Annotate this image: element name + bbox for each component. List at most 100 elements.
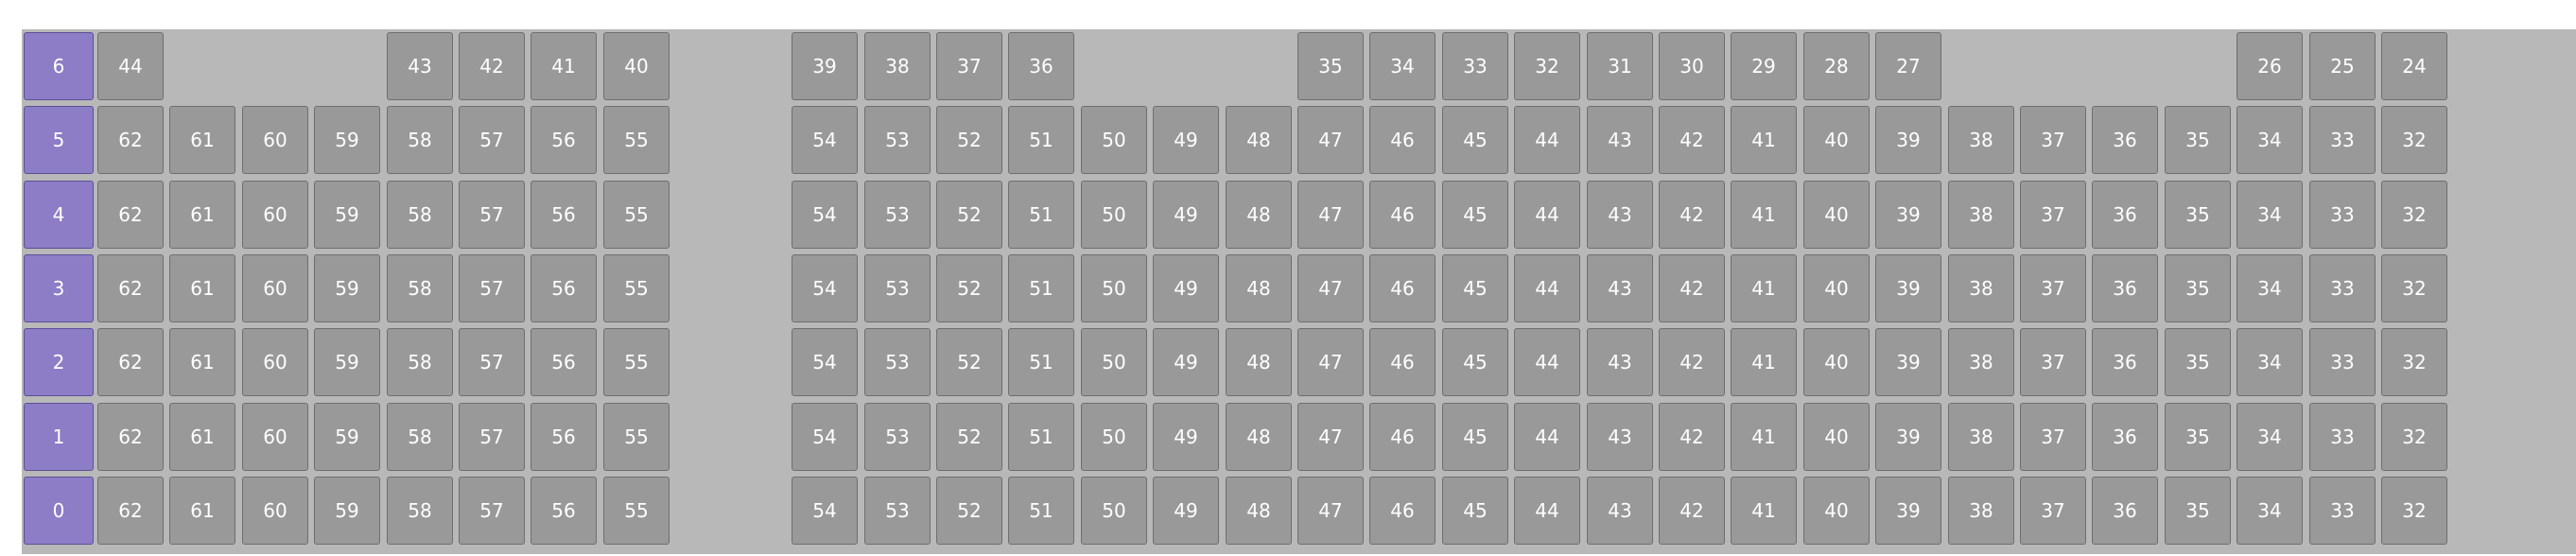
slot-cell[interactable]: 56 [531, 106, 597, 174]
slot-cell[interactable]: 38 [1948, 403, 2014, 471]
slot-cell[interactable]: 46 [1369, 254, 1436, 322]
slot-cell[interactable]: 51 [1008, 328, 1074, 396]
slot-cell[interactable]: 56 [531, 328, 597, 396]
slot-cell[interactable]: 42 [1659, 254, 1725, 322]
slot-cell[interactable]: 33 [2309, 403, 2376, 471]
slot-cell[interactable]: 41 [1731, 328, 1797, 396]
slot-cell[interactable]: 59 [314, 477, 380, 545]
slot-cell[interactable]: 61 [169, 254, 235, 322]
slot-cell[interactable]: 42 [1659, 403, 1725, 471]
slot-cell[interactable]: 40 [603, 32, 670, 100]
slot-cell[interactable]: 46 [1369, 328, 1436, 396]
slot-cell[interactable]: 58 [387, 328, 453, 396]
slot-cell[interactable]: 48 [1226, 106, 1292, 174]
slot-cell[interactable]: 46 [1369, 477, 1436, 545]
slot-cell[interactable]: 57 [459, 106, 525, 174]
slot-cell[interactable]: 51 [1008, 403, 1074, 471]
slot-cell[interactable]: 53 [864, 106, 931, 174]
slot-cell[interactable]: 35 [1297, 32, 1364, 100]
slot-cell[interactable]: 40 [1803, 181, 1870, 249]
slot-cell[interactable]: 27 [1875, 32, 1941, 100]
slot-cell[interactable]: 36 [2092, 181, 2158, 249]
slot-cell[interactable]: 34 [2237, 403, 2303, 471]
slot-cell[interactable]: 36 [2092, 403, 2158, 471]
slot-cell[interactable]: 38 [1948, 328, 2014, 396]
slot-cell[interactable]: 37 [2020, 181, 2086, 249]
slot-cell[interactable]: 54 [792, 403, 858, 471]
slot-cell[interactable]: 50 [1081, 254, 1147, 322]
slot-cell[interactable]: 36 [1008, 32, 1074, 100]
slot-cell[interactable]: 58 [387, 181, 453, 249]
slot-cell[interactable]: 41 [1731, 181, 1797, 249]
slot-cell[interactable]: 39 [1875, 181, 1941, 249]
slot-cell[interactable]: 58 [387, 106, 453, 174]
slot-cell[interactable]: 49 [1153, 106, 1219, 174]
slot-cell[interactable]: 43 [387, 32, 453, 100]
slot-cell[interactable]: 52 [936, 181, 1002, 249]
slot-cell[interactable]: 32 [2381, 181, 2447, 249]
row-header-0[interactable]: 0 [24, 477, 94, 545]
slot-cell[interactable]: 55 [603, 254, 670, 322]
slot-cell[interactable]: 32 [2381, 254, 2447, 322]
slot-cell[interactable]: 34 [2237, 254, 2303, 322]
slot-cell[interactable]: 55 [603, 181, 670, 249]
slot-cell[interactable]: 42 [1659, 477, 1725, 545]
slot-cell[interactable]: 34 [2237, 106, 2303, 174]
slot-cell[interactable]: 54 [792, 106, 858, 174]
slot-cell[interactable]: 47 [1297, 477, 1364, 545]
slot-cell[interactable]: 41 [531, 32, 597, 100]
slot-cell[interactable]: 45 [1442, 181, 1508, 249]
slot-cell[interactable]: 55 [603, 477, 670, 545]
slot-cell[interactable]: 59 [314, 106, 380, 174]
slot-cell[interactable]: 48 [1226, 328, 1292, 396]
slot-cell[interactable]: 35 [2165, 328, 2231, 396]
slot-cell[interactable]: 50 [1081, 181, 1147, 249]
slot-cell[interactable]: 57 [459, 477, 525, 545]
slot-cell[interactable]: 45 [1442, 328, 1508, 396]
slot-cell[interactable]: 60 [242, 254, 308, 322]
slot-cell[interactable]: 62 [97, 181, 164, 249]
slot-cell[interactable]: 35 [2165, 403, 2231, 471]
slot-cell[interactable]: 53 [864, 254, 931, 322]
slot-cell[interactable]: 39 [1875, 106, 1941, 174]
slot-cell[interactable]: 50 [1081, 106, 1147, 174]
slot-cell[interactable]: 35 [2165, 181, 2231, 249]
slot-cell[interactable]: 33 [2309, 477, 2376, 545]
slot-cell[interactable]: 53 [864, 328, 931, 396]
slot-cell[interactable]: 48 [1226, 254, 1292, 322]
slot-cell[interactable]: 33 [2309, 254, 2376, 322]
slot-cell[interactable]: 34 [1369, 32, 1436, 100]
slot-cell[interactable]: 43 [1587, 328, 1653, 396]
slot-cell[interactable]: 53 [864, 477, 931, 545]
slot-cell[interactable]: 25 [2309, 32, 2376, 100]
slot-cell[interactable]: 44 [1514, 403, 1580, 471]
slot-cell[interactable]: 43 [1587, 106, 1653, 174]
slot-cell[interactable]: 49 [1153, 477, 1219, 545]
slot-cell[interactable]: 32 [1514, 32, 1580, 100]
slot-cell[interactable]: 58 [387, 254, 453, 322]
slot-cell[interactable]: 43 [1587, 403, 1653, 471]
slot-cell[interactable]: 37 [936, 32, 1002, 100]
slot-cell[interactable]: 42 [1659, 328, 1725, 396]
slot-cell[interactable]: 45 [1442, 254, 1508, 322]
slot-cell[interactable]: 62 [97, 254, 164, 322]
slot-cell[interactable]: 49 [1153, 254, 1219, 322]
slot-cell[interactable]: 38 [1948, 106, 2014, 174]
row-header-1[interactable]: 1 [24, 403, 94, 471]
slot-cell[interactable]: 35 [2165, 477, 2231, 545]
slot-cell[interactable]: 37 [2020, 328, 2086, 396]
slot-cell[interactable]: 37 [2020, 106, 2086, 174]
slot-cell[interactable]: 37 [2020, 403, 2086, 471]
slot-cell[interactable]: 46 [1369, 403, 1436, 471]
slot-cell[interactable]: 46 [1369, 106, 1436, 174]
slot-cell[interactable]: 52 [936, 328, 1002, 396]
slot-cell[interactable]: 38 [1948, 477, 2014, 545]
slot-cell[interactable]: 39 [792, 32, 858, 100]
slot-cell[interactable]: 40 [1803, 403, 1870, 471]
slot-cell[interactable]: 42 [1659, 181, 1725, 249]
slot-cell[interactable]: 26 [2237, 32, 2303, 100]
slot-cell[interactable]: 34 [2237, 328, 2303, 396]
slot-cell[interactable]: 61 [169, 106, 235, 174]
slot-cell[interactable]: 50 [1081, 403, 1147, 471]
slot-cell[interactable]: 44 [1514, 181, 1580, 249]
